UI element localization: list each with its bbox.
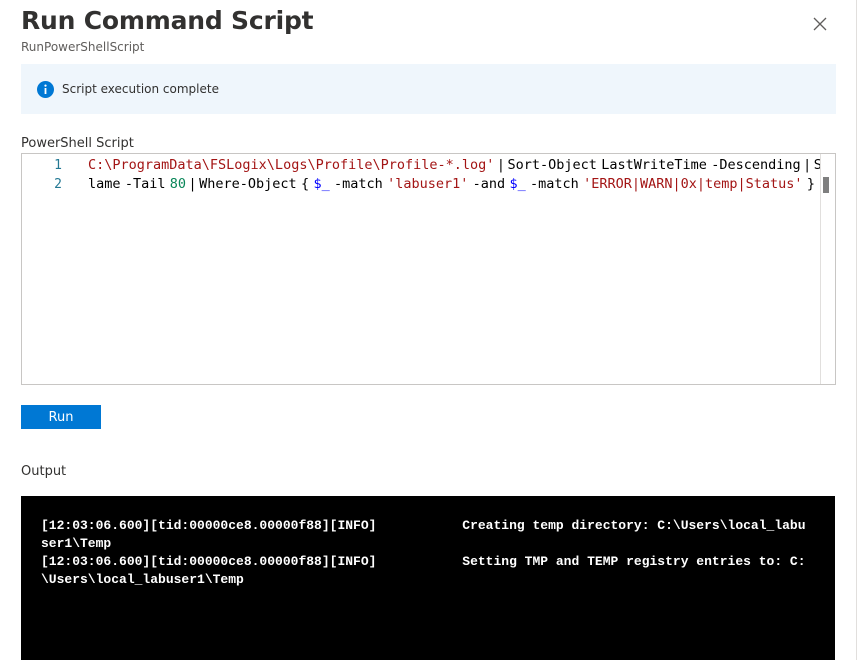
code-token: lame [88,176,121,192]
code-token: -Descending [711,157,801,173]
code-token: -and [472,176,506,192]
code-token: Sort-Object [507,157,597,173]
code-token: 'ERROR|WARN|0x|temp|Status' [583,176,803,192]
output-line: [12:03:06.600][tid:00000ce8.00000f88][IN… [41,518,806,533]
code-token: LastWriteTime [601,157,707,173]
code-token: | [494,157,508,173]
output-label: Output [21,464,67,479]
info-bar: Script execution complete [21,64,836,114]
script-editor[interactable]: 1 2 C:\ProgramData\FSLogix\Logs\Profile\… [21,153,836,385]
code-line: C:\ProgramData\FSLogix\Logs\Profile\Prof… [88,156,820,175]
code-token: -Tail [124,176,166,192]
line-number-gutter: 1 2 [22,154,86,384]
code-token: } [806,176,815,192]
code-token: { [301,176,310,192]
editor-scrollbar[interactable] [820,154,835,384]
dialog-title: Run Command Script [21,6,314,35]
code-token: | [800,157,814,173]
code-token: $_ [509,176,526,192]
code-token: Where-Object [199,176,297,192]
code-token: 80 [169,176,187,192]
script-label: PowerShell Script [21,136,134,151]
info-message: Script execution complete [62,82,219,96]
output-line: [12:03:06.600][tid:00000ce8.00000f88][IN… [41,554,806,569]
code-token: 'labuser1' [387,176,469,192]
info-icon [37,81,54,98]
line-number: 2 [54,177,62,192]
output-console: [12:03:06.600][tid:00000ce8.00000f88][IN… [21,496,835,660]
dialog-subtitle: RunPowerShellScript [21,40,145,54]
code-token: C:\ProgramData\FSLogix\Logs\Profile\Prof… [88,157,495,173]
code-token: -match [334,176,383,192]
code-token: $_ [313,176,330,192]
close-icon[interactable] [811,15,829,33]
output-line: \Users\local_labuser1\Temp [41,572,244,587]
scrollbar-thumb[interactable] [823,177,829,193]
output-line: ser1\Temp [41,536,112,551]
run-button[interactable]: Run [21,405,101,429]
code-line: lame -Tail 80 | Where-Object { $_ -match… [88,175,815,194]
code-area[interactable]: C:\ProgramData\FSLogix\Logs\Profile\Prof… [88,154,820,384]
code-token: -match [530,176,579,192]
panel-border [856,0,857,660]
code-token: | [186,176,200,192]
line-number: 1 [54,158,62,173]
